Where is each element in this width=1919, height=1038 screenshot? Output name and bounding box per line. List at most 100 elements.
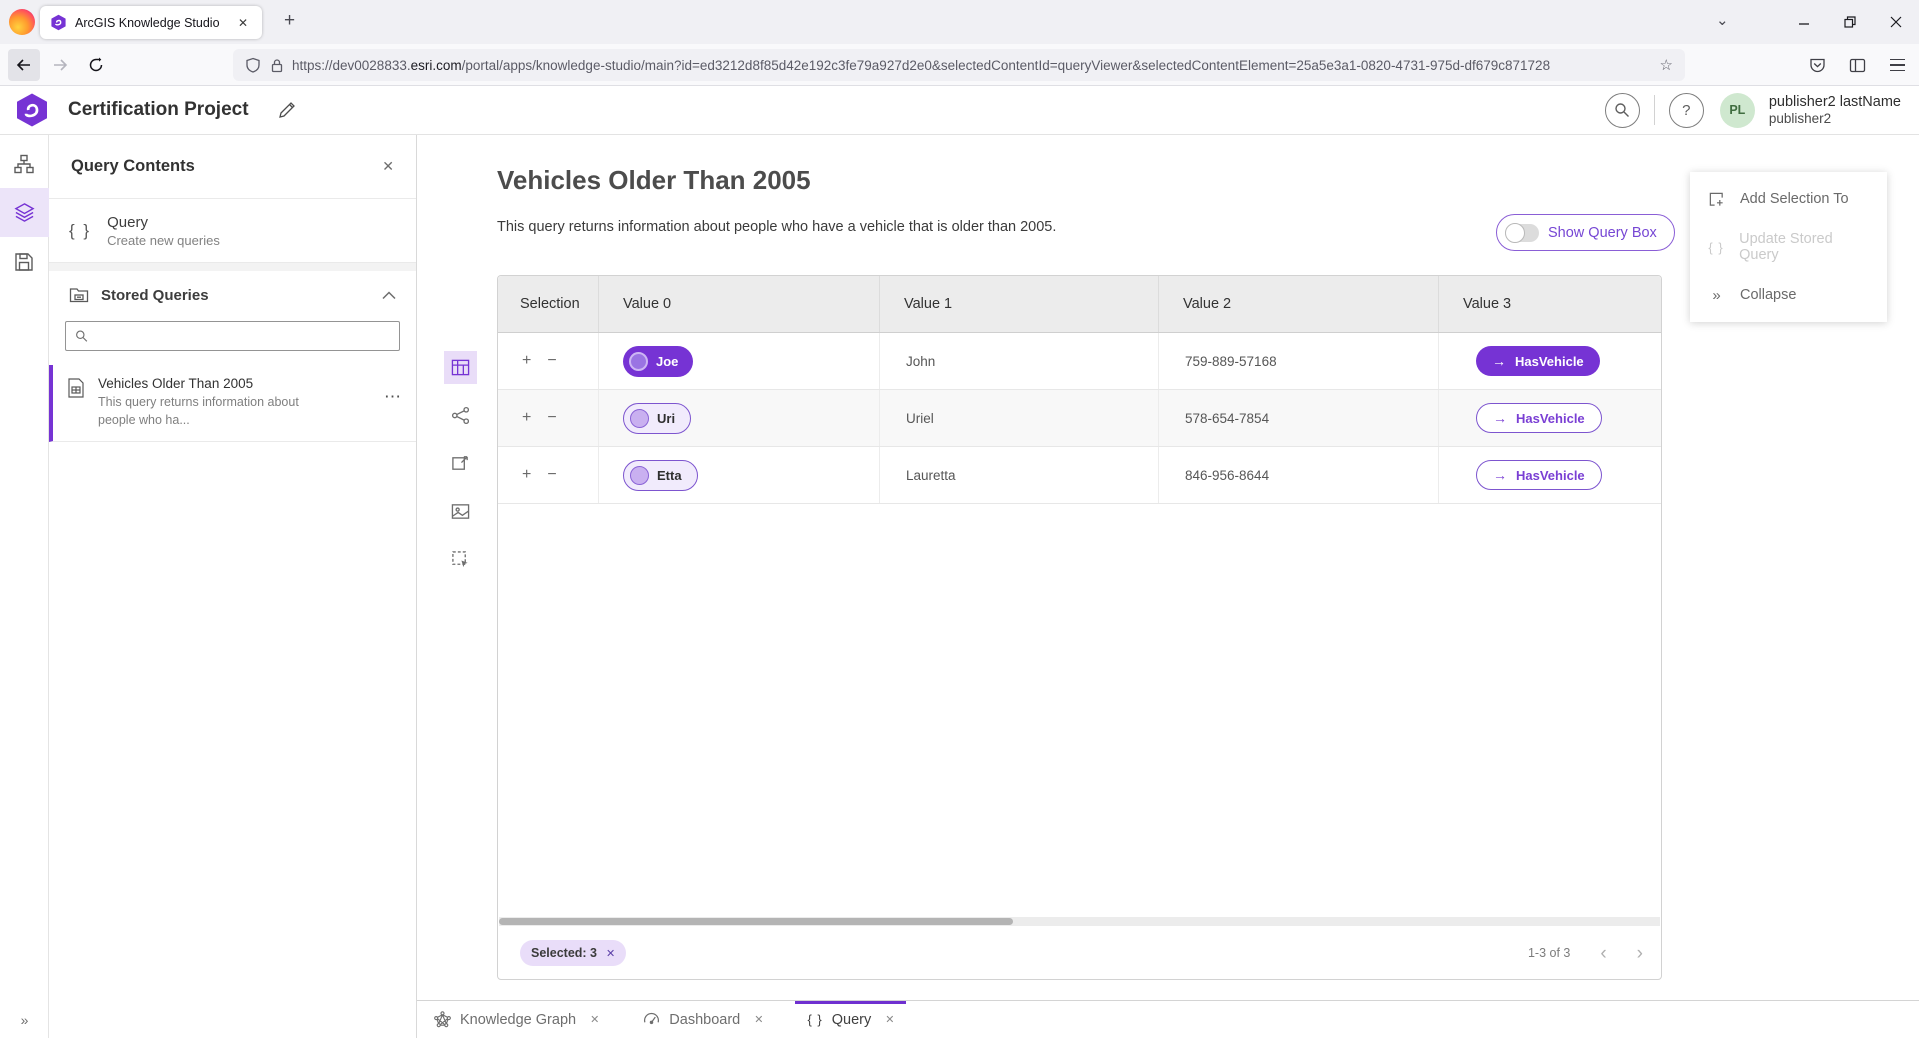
add-to-selection-icon[interactable]: + [522, 466, 531, 484]
window-restore-button[interactable] [1827, 0, 1873, 44]
add-selection-icon [1707, 191, 1726, 208]
scrollbar-thumb[interactable] [499, 918, 1013, 925]
tab-close-icon[interactable]: ✕ [590, 1013, 599, 1026]
entity-cell: Etta [598, 447, 879, 503]
sidebars-icon[interactable] [1841, 49, 1873, 81]
tab-query[interactable]: { } Query ✕ [807, 1001, 894, 1038]
browser-nav-bar: https://dev0028833.esri.com/portal/apps/… [0, 44, 1919, 86]
add-to-selection-icon[interactable]: + [522, 409, 531, 427]
value2-cell: 578-654-7854 [1158, 390, 1438, 446]
back-button[interactable] [8, 49, 40, 81]
show-query-box-toggle[interactable]: Show Query Box [1496, 214, 1675, 251]
add-to-selection-icon[interactable]: + [522, 352, 531, 370]
entity-pill[interactable]: Uri [623, 403, 691, 434]
entity-pill[interactable]: Etta [623, 460, 698, 491]
save-to-pocket-icon[interactable] [1801, 49, 1833, 81]
browser-tab-bar: ArcGIS Knowledge Studio ✕ + ⌄ [0, 0, 1919, 44]
tab-close-icon[interactable]: ✕ [885, 1013, 894, 1026]
panel-close-icon[interactable]: ✕ [382, 158, 394, 175]
reload-button[interactable] [80, 49, 112, 81]
table-view-icon[interactable] [444, 351, 477, 384]
column-header-selection[interactable]: Selection [498, 276, 598, 332]
value1-cell: Uriel [879, 390, 1158, 446]
firefox-logo-icon[interactable] [9, 9, 35, 35]
search-button[interactable] [1605, 93, 1640, 128]
map-view-icon[interactable] [444, 495, 477, 528]
search-icon [75, 329, 88, 343]
header-divider [1654, 95, 1655, 125]
relationship-pill[interactable]: →HasVehicle [1476, 346, 1600, 376]
tab-close-icon[interactable]: ✕ [754, 1013, 763, 1026]
horizontal-scrollbar[interactable] [499, 917, 1660, 926]
forward-button[interactable] [44, 49, 76, 81]
next-page-icon[interactable]: › [1637, 944, 1643, 963]
help-button[interactable]: ? [1669, 93, 1704, 128]
search-input[interactable] [96, 329, 390, 344]
edit-title-pencil-icon[interactable] [277, 100, 297, 120]
table-row[interactable]: +−JoeJohn759-889-57168→HasVehicle [498, 333, 1661, 390]
entity-pill[interactable]: Joe [623, 346, 693, 377]
show-query-box-label: Show Query Box [1548, 225, 1657, 241]
column-header-value3[interactable]: Value 3 [1438, 276, 1661, 332]
menu-item-add-selection-to[interactable]: Add Selection To [1690, 175, 1887, 223]
remove-from-selection-icon[interactable]: − [547, 409, 556, 427]
rail-contents-icon[interactable] [0, 188, 49, 237]
user-avatar[interactable]: PL [1720, 93, 1755, 128]
rail-expand-icon[interactable]: » [0, 1012, 49, 1028]
selection-tools-icon[interactable] [444, 543, 477, 576]
column-header-value0[interactable]: Value 0 [598, 276, 879, 332]
query-item-title: Query [107, 214, 220, 231]
new-tab-button[interactable]: + [284, 10, 295, 32]
window-close-button[interactable] [1873, 0, 1919, 44]
braces-icon: { } [807, 1012, 822, 1027]
list-tabs-chevron-icon[interactable]: ⌄ [1716, 11, 1729, 29]
relationship-pill[interactable]: →HasVehicle [1476, 403, 1602, 433]
tab-dashboard[interactable]: Dashboard ✕ [643, 1001, 763, 1038]
menu-item-update-stored-query: { } Update Stored Query [1690, 223, 1887, 271]
browser-tab[interactable]: ArcGIS Knowledge Studio ✕ [40, 6, 262, 39]
stored-queries-folder-icon [69, 285, 89, 305]
app-menu-icon[interactable] [1881, 49, 1913, 81]
relationship-arrow-icon: → [1493, 410, 1507, 426]
url-bar[interactable]: https://dev0028833.esri.com/portal/apps/… [233, 49, 1685, 81]
remove-from-selection-icon[interactable]: − [547, 466, 556, 484]
toggle-knob[interactable] [1505, 223, 1525, 243]
window-minimize-button[interactable] [1781, 0, 1827, 44]
stored-queries-header[interactable]: Stored Queries [49, 271, 416, 319]
stored-query-more-icon[interactable]: ⋯ [384, 387, 402, 407]
user-name[interactable]: publisher2 lastName publisher2 [1769, 93, 1901, 128]
stored-queries-label: Stored Queries [101, 287, 209, 304]
selection-cell: +− [498, 447, 598, 503]
rail-data-model-icon[interactable] [0, 139, 49, 188]
stored-queries-search[interactable] [65, 321, 400, 351]
browser-tab-title: ArcGIS Knowledge Studio [75, 16, 234, 30]
lock-icon[interactable] [270, 58, 284, 73]
table-row[interactable]: +−EttaLauretta846-956-8644→HasVehicle [498, 447, 1661, 504]
left-icon-rail: » [0, 135, 49, 1038]
tab-close-icon[interactable]: ✕ [234, 14, 252, 32]
tracking-shield-icon[interactable] [245, 57, 261, 73]
remove-from-selection-icon[interactable]: − [547, 352, 556, 370]
entity-type-icon [629, 352, 648, 371]
options-dropdown-menu: Add Selection To { } Update Stored Query… [1690, 172, 1887, 322]
selected-count-chip[interactable]: Selected: 3 ✕ [520, 940, 626, 966]
column-header-value2[interactable]: Value 2 [1158, 276, 1438, 332]
table-row[interactable]: +− Uri Uriel578-654-7854 →HasVehicle [498, 390, 1661, 447]
link-chart-view-icon[interactable] [444, 399, 477, 432]
toggle-track[interactable] [1505, 224, 1539, 242]
bookmark-star-icon[interactable]: ☆ [1660, 56, 1673, 74]
menu-item-collapse[interactable]: » Collapse [1690, 271, 1887, 319]
new-query-item[interactable]: { } Query Create new queries [49, 199, 416, 263]
clear-selection-icon[interactable]: ✕ [606, 947, 615, 960]
page-description: This query returns information about peo… [497, 219, 1056, 235]
rail-saved-icon[interactable] [0, 237, 49, 286]
tab-knowledge-graph[interactable]: Knowledge Graph ✕ [434, 1001, 599, 1038]
braces-icon: { } [69, 221, 91, 241]
collapse-chevron-icon[interactable] [382, 291, 396, 300]
bottom-view-tabs: Knowledge Graph ✕ Dashboard ✕ { } Query … [417, 1000, 1919, 1038]
relationship-pill[interactable]: →HasVehicle [1476, 460, 1602, 490]
stored-query-item[interactable]: Vehicles Older Than 2005 This query retu… [49, 365, 416, 442]
chart-view-icon[interactable] [444, 447, 477, 480]
previous-page-icon[interactable]: ‹ [1600, 944, 1606, 963]
column-header-value1[interactable]: Value 1 [879, 276, 1158, 332]
